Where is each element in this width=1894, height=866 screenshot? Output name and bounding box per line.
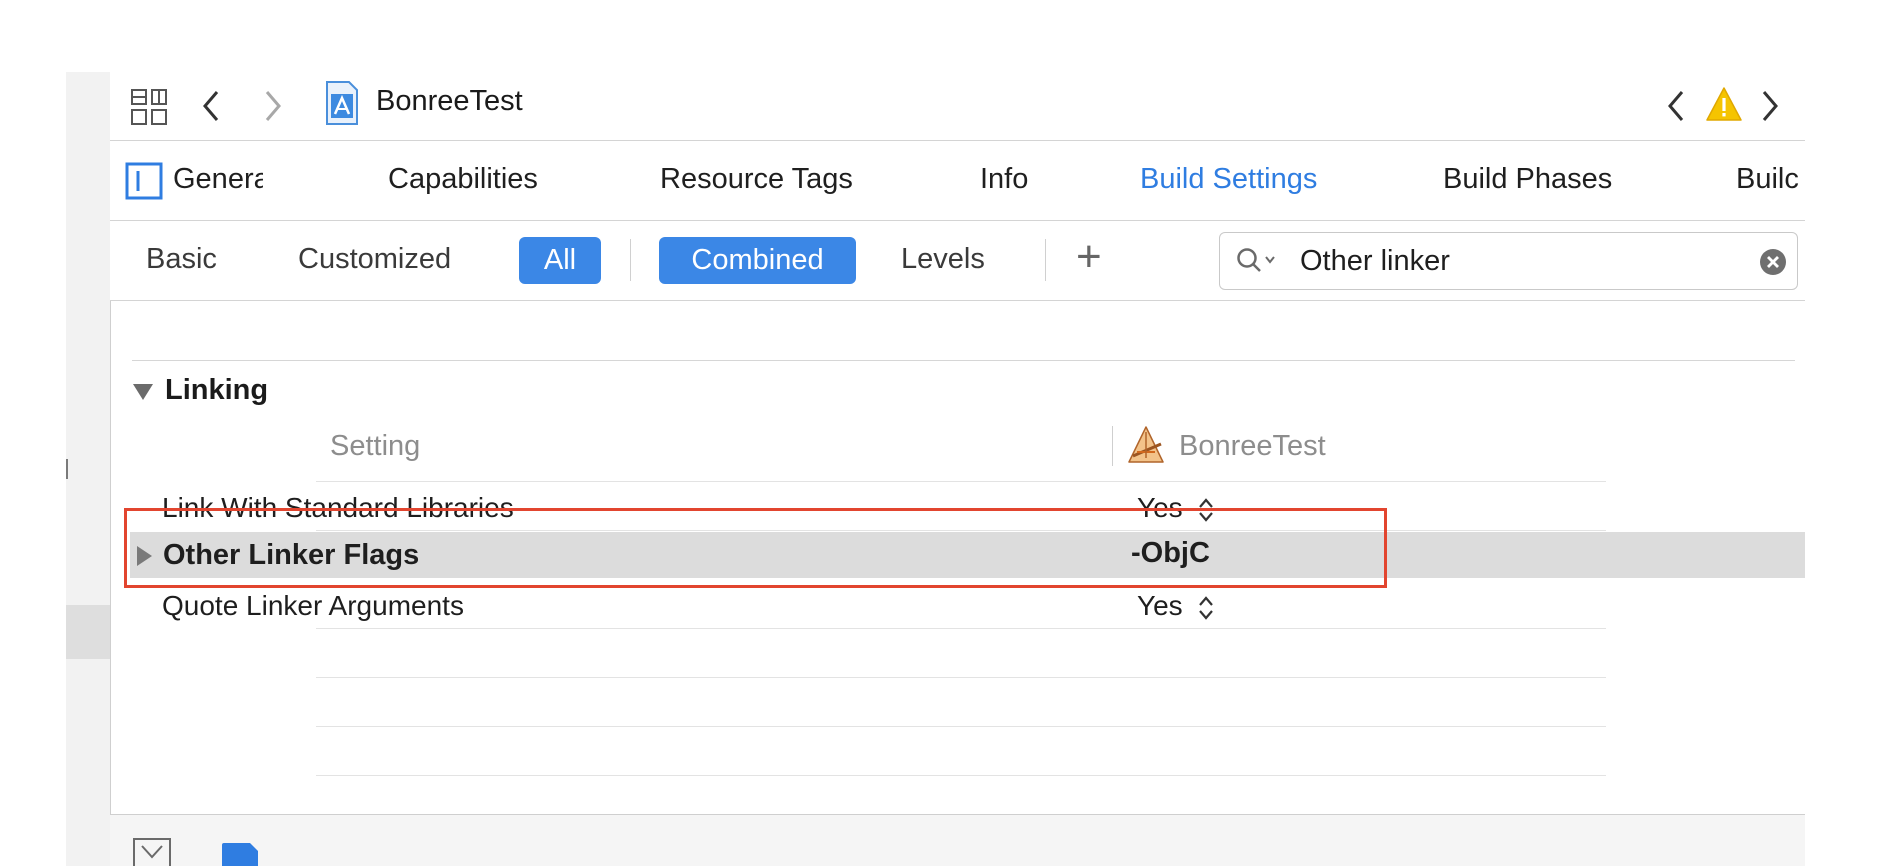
row-divider-6 [316,775,1606,776]
tab-build-settings[interactable]: Build Settings [1140,163,1317,196]
column-header-target[interactable]: BonreeTest [1179,430,1326,463]
build-settings-search-field[interactable]: Other linker [1219,232,1798,290]
filter-customized-button[interactable]: Customized [298,243,451,276]
xcode-build-settings-window: BonreeTest General Capabilities Resource… [0,0,1894,866]
search-icon [1236,247,1280,275]
previous-issue-icon[interactable] [1663,86,1689,126]
row-divider-4 [316,677,1606,678]
forward-chevron-icon[interactable] [260,86,286,126]
jump-bar-project-name[interactable]: BonreeTest [376,85,523,118]
tab-build-rules[interactable]: Builc [1736,163,1805,196]
tab-info[interactable]: Info [980,163,1028,196]
filter-basic-button[interactable]: Basic [146,243,217,276]
setting-label-quote-linker-arguments[interactable]: Quote Linker Arguments [162,590,464,622]
back-chevron-icon[interactable] [198,86,224,126]
tab-capabilities[interactable]: Capabilities [388,163,538,196]
filter-divider-2 [1045,239,1046,281]
column-header-setting[interactable]: Setting [330,430,420,463]
next-issue-icon[interactable] [1757,86,1783,126]
row-divider-3 [316,628,1606,629]
tab-build-phases[interactable]: Build Phases [1443,163,1612,196]
project-navigator-toggle-icon[interactable] [125,162,163,200]
project-file-icon [324,79,360,127]
column-divider [1112,426,1113,466]
filter-divider [630,239,631,281]
disclosure-expanded-icon[interactable] [130,380,156,404]
related-items-icon[interactable] [130,88,168,126]
row-divider-5 [316,726,1606,727]
clear-search-icon[interactable] [1758,247,1788,277]
add-target-icon[interactable] [220,841,260,866]
popup-stepper-icon[interactable] [1196,592,1216,624]
search-input-value[interactable]: Other linker [1300,245,1450,278]
warning-icon[interactable] [1704,84,1744,124]
setting-value-quote-linker-arguments[interactable]: Yes [1137,590,1183,622]
target-app-icon [1124,423,1168,467]
section-top-divider [132,360,1795,361]
editor-bottom-bar [110,814,1805,866]
annotation-highlight-box [124,508,1387,588]
filter-icon[interactable] [132,837,172,866]
left-gutter [66,72,111,866]
filter-all-button[interactable]: All [519,237,601,284]
left-gutter-marker [66,459,68,479]
filter-combined-button[interactable]: Combined [659,237,856,284]
left-gutter-selection [66,605,110,659]
header-row-divider [316,481,1606,482]
tab-general[interactable]: General [173,163,263,196]
editor-tab-bar: General Capabilities Resource Tags Info … [110,141,1805,221]
add-setting-button[interactable]: + [1076,232,1102,282]
tab-resource-tags[interactable]: Resource Tags [660,163,853,196]
jump-bar: BonreeTest [110,72,1805,141]
filter-levels-button[interactable]: Levels [901,243,985,276]
section-title-linking[interactable]: Linking [165,374,268,407]
